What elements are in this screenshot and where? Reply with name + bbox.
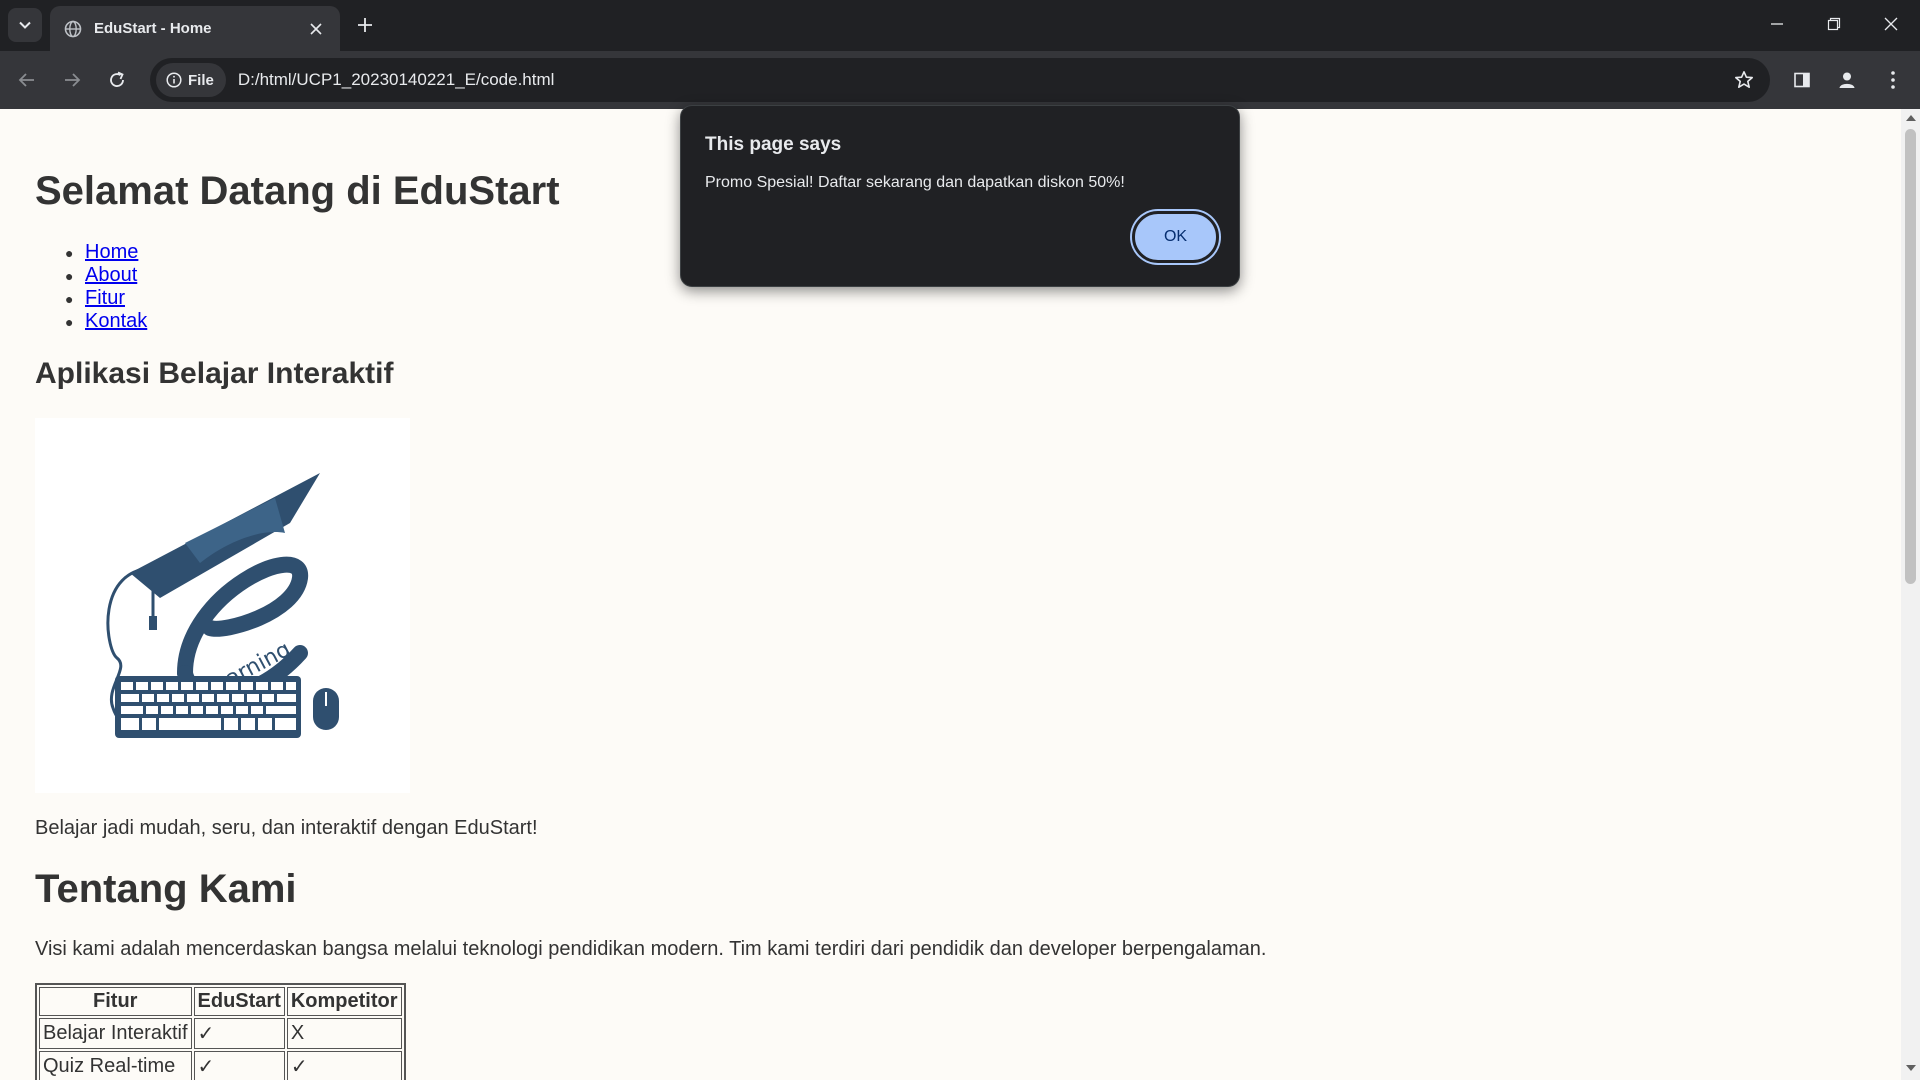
restore-button[interactable] [1805,0,1863,48]
table-cell: Quiz Real-time [39,1051,192,1080]
back-icon [18,73,34,87]
alert-dialog: This page says Promo Spesial! Daftar sek… [680,105,1240,287]
about-text: Visi kami adalah mencerdaskan bangsa mel… [35,938,1267,960]
more-menu-button[interactable] [1877,64,1909,96]
reload-button[interactable] [101,64,133,96]
nav-item-fitur: ● Fitur [35,287,147,310]
tab-search-button[interactable] [8,8,42,42]
address-bar[interactable]: File D:/html/UCP1_20230140221_E/code.htm… [150,58,1770,102]
profile-button[interactable] [1831,64,1863,96]
table-row: Belajar Interaktif ✓ X [39,1018,402,1049]
elearning-logo-image: learning [35,418,410,793]
back-button[interactable] [11,64,43,96]
nav-item-kontak: ● Kontak [35,310,147,333]
nav-link-home[interactable]: Home [85,241,138,264]
bookmark-button[interactable] [1724,60,1764,100]
table-row: Quiz Real-time ✓ ✓ [39,1051,402,1080]
comparison-table: Fitur EduStart Kompetitor Belajar Intera… [35,983,406,1080]
tagline-text: Belajar jadi mudah, seru, dan interaktif… [35,817,538,839]
page-title: Selamat Datang di EduStart [35,169,560,213]
minimize-button[interactable] [1748,0,1806,48]
bullet: ● [65,313,74,330]
nav-link-kontak[interactable]: Kontak [85,310,147,333]
forward-button[interactable] [56,64,88,96]
star-icon [1735,71,1753,88]
browser-tab-bar: EduStart - Home [0,0,1920,51]
bullet: ● [65,290,74,307]
dialog-title: This page says [705,134,842,155]
tab-close-button[interactable] [306,19,326,39]
table-cell: Belajar Interaktif [39,1018,192,1049]
table-cell: ✓ [193,1051,285,1080]
bullet: ● [65,267,74,284]
nav-link-about[interactable]: About [85,264,137,287]
bullet: ● [65,244,74,261]
sidepanel-icon [1794,72,1810,88]
close-window-button[interactable] [1862,0,1920,48]
elearning-logo-icon: learning [106,473,339,738]
table-cell: ✓ [193,1018,285,1049]
globe-icon [64,20,82,37]
table-cell: ✓ [286,1051,402,1080]
table-header-cell: EduStart [193,987,285,1016]
side-panel-button[interactable] [1786,64,1818,96]
tab-title: EduStart - Home [94,20,212,37]
nav-link-fitur[interactable]: Fitur [85,287,125,310]
forward-icon [65,73,81,87]
main-nav: ● Home ● About ● Fitur ● Kontak [35,241,147,333]
close-icon [1884,17,1898,31]
browser-tab-active[interactable]: EduStart - Home [50,6,340,51]
minimize-icon [1771,23,1783,25]
browser-toolbar: File D:/html/UCP1_20230140221_E/code.htm… [0,51,1920,109]
nav-item-home: ● Home [35,241,147,264]
site-chip-label: File [188,71,214,89]
url-text: D:/html/UCP1_20230140221_E/code.html [237,70,555,89]
more-icon [1891,71,1895,89]
page-scrollbar[interactable] [1901,109,1920,1080]
scroll-down-arrow-icon[interactable] [1906,1065,1916,1071]
plus-icon [358,18,372,32]
reload-icon [110,71,124,87]
close-icon [310,22,322,35]
scroll-up-arrow-icon[interactable] [1906,115,1916,121]
new-tab-button[interactable] [351,11,379,39]
table-header-row: Fitur EduStart Kompetitor [39,987,402,1016]
chevron-down-icon [19,21,31,29]
ok-button[interactable]: OK [1132,211,1219,263]
restore-icon [1827,17,1841,31]
table-header-cell: Fitur [39,987,192,1016]
about-heading: Tentang Kami [35,867,297,911]
site-info-chip[interactable]: File [156,63,226,97]
nav-item-about: ● About [35,264,147,287]
scrollbar-thumb[interactable] [1905,129,1916,584]
table-cell: X [286,1018,402,1049]
table-header-cell: Kompetitor [286,987,402,1016]
info-icon [166,72,182,88]
section-subtitle: Aplikasi Belajar Interaktif [35,357,394,390]
profile-icon [1839,72,1855,88]
dialog-message: Promo Spesial! Daftar sekarang dan dapat… [705,174,1125,191]
